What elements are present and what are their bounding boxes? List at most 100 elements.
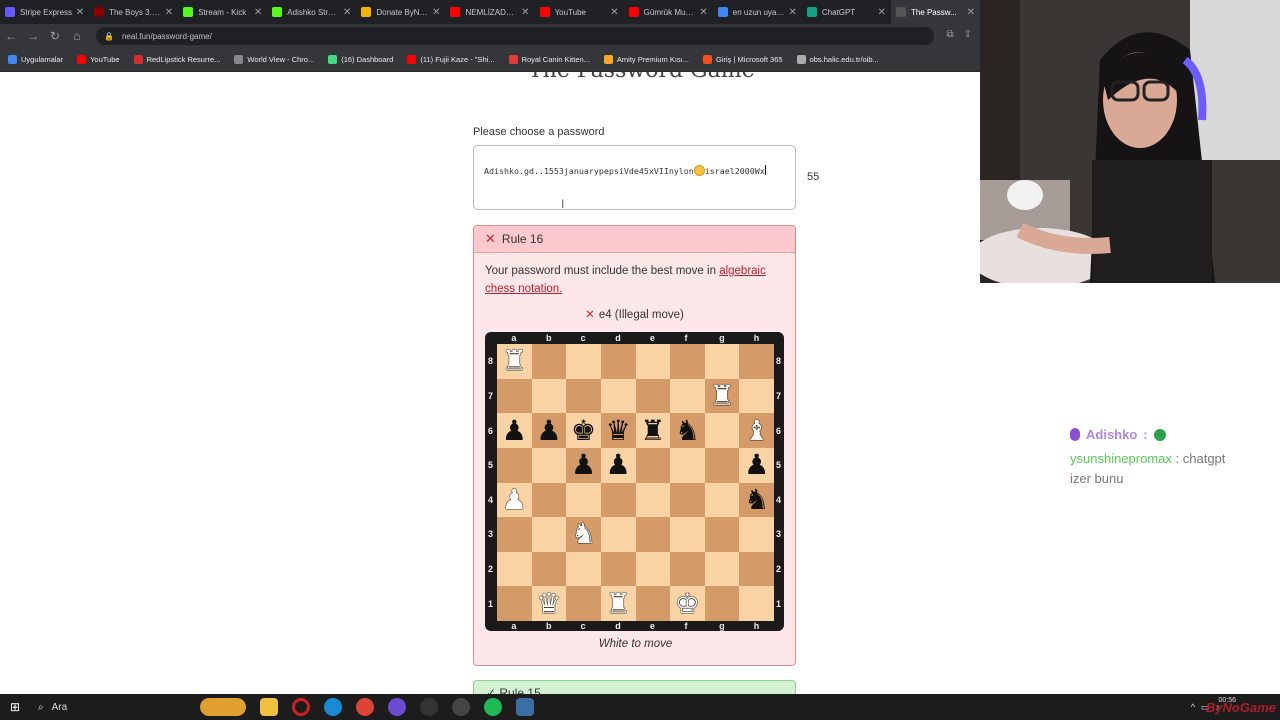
- app-window-icon[interactable]: [516, 698, 534, 716]
- chess-board-frame: ♜ ♜ ♟ ♟ ♚ ♛ ♜ ♞ ♝ ♟ ♟ ♟ ♟ ♞ ♞ ♛ ♜ ♚ aabbccddeeffgghh88776…: [485, 332, 784, 631]
- board-square-a3: [497, 517, 532, 552]
- rank-label: 3: [776, 529, 782, 540]
- browser-tab[interactable]: YouTube ✕: [535, 0, 624, 24]
- close-tab-icon[interactable]: ✕: [967, 7, 975, 18]
- chat-colon: :: [1175, 451, 1183, 466]
- board-square-c4: [566, 482, 601, 518]
- weather-widget-icon[interactable]: [200, 698, 246, 716]
- bookmark-label: Giriş | Microsoft 365: [716, 55, 783, 64]
- spotify-icon[interactable]: [484, 698, 502, 716]
- chrome-icon[interactable]: [356, 698, 374, 716]
- tab-title: Donate ByNo...: [376, 7, 430, 17]
- bookmark-item[interactable]: YouTube: [77, 55, 120, 64]
- close-tab-icon[interactable]: ✕: [878, 7, 886, 18]
- board-square-b3: [531, 517, 567, 552]
- share-icon[interactable]: ⇪: [964, 29, 972, 40]
- close-tab-icon[interactable]: ✕: [343, 7, 351, 18]
- bookmark-item[interactable]: Amity Premium Kısı...: [603, 55, 689, 64]
- app-icon[interactable]: [452, 698, 470, 716]
- browser-tab[interactable]: The Passw... ✕: [890, 0, 981, 24]
- close-tab-icon[interactable]: ✕: [521, 7, 529, 18]
- tab-favicon-icon: [450, 7, 461, 17]
- rank-label: 6: [488, 425, 494, 436]
- tab-title: Adishko Strea...: [287, 7, 340, 17]
- browser-tab[interactable]: NEMLİZADE ... ✕: [445, 0, 534, 24]
- bookmark-item[interactable]: (16) Dashboard: [328, 55, 393, 64]
- browser-tab[interactable]: en uzun uyan... ✕: [713, 0, 802, 24]
- browser-tab[interactable]: Gümrük Muh... ✕: [624, 0, 713, 24]
- board-square-f1: ♚: [670, 586, 705, 621]
- black-pawn-icon: ♟: [571, 448, 597, 482]
- bookmark-label: (16) Dashboard: [341, 55, 394, 64]
- bookmark-item[interactable]: (11) Fujii Kaze - "Shi...: [407, 55, 495, 64]
- white-knight-icon: ♞: [571, 517, 597, 551]
- rank-label: 1: [488, 598, 494, 609]
- obs-icon[interactable]: [420, 698, 438, 716]
- close-tab-icon[interactable]: ✕: [432, 7, 440, 18]
- browser-tab[interactable]: Stripe Express ✕: [0, 0, 89, 24]
- chevron-up-icon[interactable]: ^: [1191, 702, 1195, 712]
- file-label: f: [684, 333, 688, 343]
- bookmark-item[interactable]: obs.halic.edu.tr/oib...: [796, 55, 879, 64]
- url-field[interactable]: 🔒 neal.fun/password-game/: [96, 27, 934, 45]
- discord-icon[interactable]: [388, 698, 406, 716]
- browser-tab[interactable]: Donate ByNo... ✕: [356, 0, 445, 24]
- close-tab-icon[interactable]: ✕: [76, 7, 84, 18]
- tab-favicon-icon: [628, 7, 639, 17]
- bookmark-label: obs.halic.edu.tr/oib...: [809, 55, 879, 64]
- home-icon[interactable]: ⌂: [66, 29, 88, 43]
- browser-tab[interactable]: The Boys 3.Se...✕: [89, 0, 178, 24]
- bookmark-item[interactable]: Giriş | Microsoft 365: [703, 55, 783, 64]
- close-tab-icon[interactable]: ✕: [254, 7, 262, 18]
- board-square-h7: [739, 378, 774, 414]
- board-square-e8: [635, 344, 671, 379]
- bookmark-label: Royal Canin Kitten...: [521, 55, 590, 64]
- watermark-logo: ByNoGame: [1205, 700, 1276, 715]
- file-explorer-icon[interactable]: [260, 698, 278, 716]
- browser-tab[interactable]: Adishko Strea... ✕: [267, 0, 356, 24]
- browser-tab[interactable]: Stream - Kick ✕: [178, 0, 267, 24]
- bookmark-label: (11) Fujii Kaze - "Shi...: [420, 55, 495, 64]
- reload-icon[interactable]: ↻: [44, 29, 66, 43]
- mouse-cursor-icon: I: [561, 197, 565, 211]
- board-square-d3: [600, 517, 636, 552]
- bookmark-item[interactable]: Royal Canin Kitten...: [508, 55, 590, 64]
- password-text-part2: israel2000Wx: [704, 166, 765, 176]
- black-knight-icon: ♞: [674, 413, 700, 447]
- board-square-d4: [600, 482, 636, 518]
- chat-message: ysunshinepromax : chatgpt izer bunu: [1070, 449, 1280, 489]
- board-square-c2: [566, 551, 601, 587]
- file-label: a: [511, 621, 517, 631]
- translate-icon[interactable]: ⧉: [946, 29, 953, 40]
- bookmark-favicon-icon: [407, 55, 417, 64]
- back-icon[interactable]: ←: [0, 29, 22, 43]
- board-square-e3: [635, 517, 671, 552]
- fail-icon: ✕: [585, 309, 595, 321]
- edge-icon[interactable]: [324, 698, 342, 716]
- bookmark-item[interactable]: Uygulamalar: [8, 55, 63, 64]
- forward-icon[interactable]: →: [22, 29, 44, 43]
- board-square-g8: [704, 344, 740, 379]
- close-tab-icon[interactable]: ✕: [165, 7, 173, 18]
- board-square-b7: [531, 378, 567, 414]
- rank-label: 7: [488, 390, 494, 401]
- white-rook-icon: ♜: [501, 344, 527, 378]
- close-tab-icon[interactable]: ✕: [610, 7, 618, 18]
- windows-start-icon[interactable]: ⊞: [0, 700, 30, 714]
- bookmark-label: Uygulamalar: [21, 55, 64, 64]
- opera-icon[interactable]: [292, 698, 310, 716]
- close-tab-icon[interactable]: ✕: [699, 7, 707, 18]
- bookmark-item[interactable]: World View - Chro...: [234, 55, 314, 64]
- taskbar-search[interactable]: ⌕ Ara: [30, 702, 160, 713]
- text-caret: [764, 165, 766, 175]
- close-tab-icon[interactable]: ✕: [788, 7, 796, 18]
- bookmark-favicon-icon: [133, 55, 143, 64]
- bookmark-item[interactable]: RedLipstick Resurre...: [133, 55, 220, 64]
- streamer-image: [980, 0, 1280, 283]
- white-bishop-icon: ♝: [744, 413, 770, 447]
- board-square-a6: ♟: [497, 413, 532, 448]
- board-square-c7: [566, 378, 601, 414]
- password-input[interactable]: Adishko.gd..1553januarypepsiVde45xVIInyl…: [473, 145, 796, 210]
- browser-tab[interactable]: ChatGPT ✕: [802, 0, 891, 24]
- board-square-b4: [531, 482, 567, 518]
